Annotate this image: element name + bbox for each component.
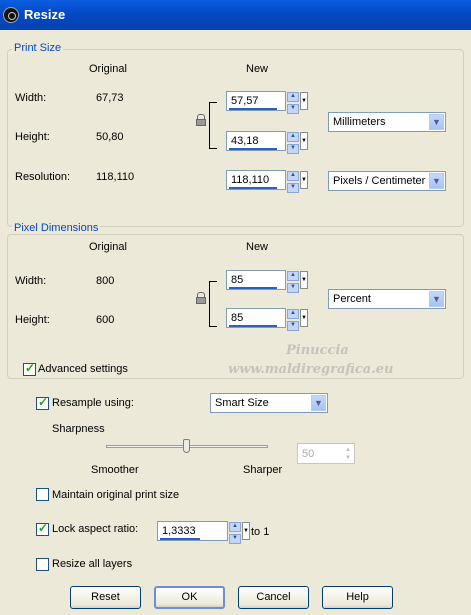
print-height-progress [229, 148, 277, 150]
chevron-down-icon[interactable]: ▼ [429, 114, 444, 130]
chevron-down-icon[interactable]: ▼ [429, 291, 444, 307]
reset-button[interactable]: Reset [70, 586, 141, 609]
chevron-down-icon[interactable]: ▼ [311, 395, 326, 411]
spin-up-icon[interactable]: ▲ [287, 309, 299, 319]
dialog-body: Print Size Original New Width: 67,73 Hei… [0, 30, 471, 615]
print-height-dropdown-icon[interactable]: ▼ [300, 132, 308, 150]
resolution-units-value: Pixels / Centimeter [333, 175, 426, 187]
resample-method-value: Smart Size [215, 397, 269, 409]
chevron-down-icon[interactable]: ▼ [429, 173, 444, 189]
print-height-original: 50,80 [96, 131, 124, 143]
advanced-settings-label[interactable]: Advanced settings [38, 363, 128, 375]
checkmark-icon: ✓ [25, 361, 36, 375]
resolution-progress [229, 187, 277, 189]
spin-down-icon[interactable]: ▼ [287, 283, 299, 293]
pixel-original-header: Original [89, 241, 127, 253]
pixel-dimensions-legend: Pixel Dimensions [12, 222, 101, 234]
ok-button[interactable]: OK [154, 586, 225, 609]
aspect-ratio-suffix: to 1 [251, 526, 270, 538]
pixel-units-select[interactable]: Percent ▼ [328, 289, 446, 309]
pixel-new-header: New [246, 241, 269, 253]
checkmark-icon: ✓ [38, 521, 49, 535]
print-height-arrows[interactable]: ▲ ▼ [287, 132, 299, 154]
print-new-header: New [246, 63, 269, 75]
pixel-height-dropdown-icon[interactable]: ▼ [300, 309, 308, 327]
spin-up-icon[interactable]: ▲ [287, 132, 299, 142]
spin-down-icon[interactable]: ▼ [287, 144, 299, 154]
pixel-width-label: Width: [15, 275, 47, 287]
print-width-progress [229, 108, 277, 110]
print-height-label: Height: [15, 131, 50, 143]
pixel-height-arrows[interactable]: ▲ ▼ [287, 309, 299, 331]
print-link-bracket [209, 102, 217, 149]
sharpness-value: 50 [302, 448, 315, 460]
print-width-arrows[interactable]: ▲ ▼ [287, 92, 299, 114]
sharpness-value-spinner: 50 ▲ ▼ [297, 443, 355, 464]
resolution-units-select[interactable]: Pixels / Centimeter ▼ [328, 171, 446, 191]
print-height-spinner[interactable]: 43,18 ▲ ▼ ▼ [226, 131, 308, 154]
sharpness-min-label: Smoother [91, 464, 139, 476]
lock-aspect-checkbox[interactable]: ✓ [36, 521, 49, 536]
title-bar[interactable]: Resize [0, 0, 471, 30]
print-resolution-original: 118,110 [96, 171, 135, 183]
spin-up-icon[interactable]: ▲ [229, 522, 241, 532]
pixel-units-value: Percent [333, 293, 371, 305]
print-width-spinner[interactable]: 57,57 ▲ ▼ ▼ [226, 91, 308, 114]
print-original-header: Original [89, 63, 127, 75]
pixel-lock-icon [196, 292, 206, 304]
spin-down-icon[interactable]: ▼ [287, 104, 299, 114]
lock-aspect-label[interactable]: Lock aspect ratio: [52, 523, 138, 535]
resolution-spinner[interactable]: 118,110 ▲ ▼ ▼ [226, 170, 308, 193]
resolution-dropdown-icon[interactable]: ▼ [300, 171, 308, 189]
spin-down-icon[interactable]: ▼ [229, 534, 241, 544]
aspect-ratio-dropdown-icon[interactable]: ▼ [242, 522, 250, 540]
sharpness-max-label: Sharper [243, 464, 283, 476]
watermark-line-1: Pinuccia [286, 343, 349, 358]
maintain-print-size-label[interactable]: Maintain original print size [52, 489, 179, 501]
aspect-ratio-arrows[interactable]: ▲ ▼ [229, 522, 241, 544]
sharpness-slider-thumb[interactable] [183, 439, 190, 453]
advanced-settings-checkbox[interactable]: ✓ [23, 361, 36, 376]
resample-method-select[interactable]: Smart Size ▼ [210, 393, 328, 413]
print-resolution-label: Resolution: [15, 171, 71, 183]
spin-up-icon[interactable]: ▲ [287, 271, 299, 281]
pixel-link-bracket [209, 281, 217, 327]
pixel-width-progress [229, 287, 277, 289]
app-icon [3, 7, 19, 23]
cancel-button[interactable]: Cancel [238, 586, 309, 609]
print-units-select[interactable]: Millimeters ▼ [328, 112, 446, 132]
print-size-legend: Print Size [12, 42, 64, 54]
pixel-width-arrows[interactable]: ▲ ▼ [287, 271, 299, 293]
window-title: Resize [24, 7, 66, 22]
resize-all-layers-label[interactable]: Resize all layers [52, 558, 132, 570]
aspect-ratio-progress [160, 538, 200, 540]
maintain-print-size-checkbox[interactable] [36, 488, 49, 501]
spin-down-icon[interactable]: ▼ [287, 321, 299, 331]
pixel-height-label: Height: [15, 314, 50, 326]
checkmark-icon: ✓ [38, 395, 49, 409]
spin-down-icon[interactable]: ▼ [287, 183, 299, 193]
resample-checkbox[interactable]: ✓ [36, 395, 49, 410]
print-width-original: 67,73 [96, 92, 124, 104]
aspect-ratio-spinner[interactable]: 1,3333 ▲ ▼ ▼ [157, 521, 250, 544]
spin-up-icon[interactable]: ▲ [287, 92, 299, 102]
pixel-height-original: 600 [96, 314, 115, 326]
pixel-width-spinner[interactable]: 85 ▲ ▼ ▼ [226, 270, 308, 293]
spin-arrows-icon: ▲ ▼ [345, 447, 351, 461]
help-button[interactable]: Help [322, 586, 393, 609]
sharpness-label: Sharpness [52, 423, 105, 435]
print-units-value: Millimeters [333, 116, 386, 128]
print-width-dropdown-icon[interactable]: ▼ [300, 92, 308, 110]
print-width-label: Width: [15, 92, 47, 104]
resize-all-layers-checkbox[interactable] [36, 558, 49, 571]
resample-label[interactable]: Resample using: [52, 397, 134, 409]
pixel-width-dropdown-icon[interactable]: ▼ [300, 271, 308, 289]
watermark-line-2: www.maldiregrafica.eu [228, 362, 394, 377]
print-lock-icon [196, 114, 206, 126]
pixel-width-original: 800 [96, 275, 115, 287]
pixel-height-progress [229, 325, 277, 327]
pixel-height-spinner[interactable]: 85 ▲ ▼ ▼ [226, 308, 308, 331]
resolution-arrows[interactable]: ▲ ▼ [287, 171, 299, 193]
spin-up-icon[interactable]: ▲ [287, 171, 299, 181]
